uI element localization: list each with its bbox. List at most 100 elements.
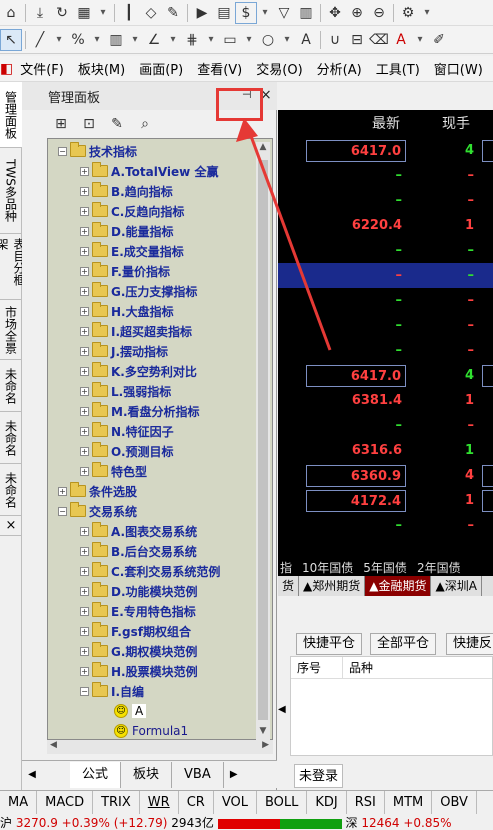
- zoom-in-icon[interactable]: ⊕: [346, 2, 368, 24]
- formula-item[interactable]: ☺ A: [114, 701, 147, 721]
- play-icon[interactable]: ▶: [191, 2, 213, 24]
- circle-icon[interactable]: ○: [257, 29, 279, 51]
- pen-icon[interactable]: ✐: [428, 29, 450, 51]
- tree-folder[interactable]: − 技术指标: [58, 141, 137, 161]
- quote-row[interactable]: 6417.0 4: [278, 138, 493, 163]
- tree-folder[interactable]: + E.成交量指标: [80, 241, 184, 261]
- chevron-left-icon[interactable]: ◀: [50, 740, 57, 750]
- tree-folder[interactable]: + K.多空势利对比: [80, 361, 197, 381]
- quote-row[interactable]: – –: [278, 188, 493, 213]
- tree-folder[interactable]: + H.股票模块范例: [80, 661, 198, 681]
- index-tab[interactable]: 5年国债: [363, 559, 407, 576]
- search-icon[interactable]: ⌕: [134, 113, 156, 135]
- magnet-icon[interactable]: ∪: [324, 29, 346, 51]
- scroll-thumb[interactable]: [258, 160, 268, 720]
- indicator-tab[interactable]: MACD: [37, 790, 94, 815]
- menu-analysis[interactable]: 分析(A): [310, 59, 369, 78]
- zoom-out-icon[interactable]: ⊖: [368, 2, 390, 24]
- index-tab[interactable]: 指: [280, 559, 292, 576]
- column-header-last[interactable]: 最新: [372, 110, 400, 138]
- candle-icon[interactable]: ┃: [118, 2, 140, 24]
- indicator-tab[interactable]: WR: [140, 790, 179, 815]
- tree-folder[interactable]: + N.特征因子: [80, 421, 174, 441]
- chevron-down-icon[interactable]: ▾: [89, 29, 105, 51]
- cursor-icon[interactable]: ↖: [0, 28, 22, 51]
- tree-folder[interactable]: − 交易系统: [58, 501, 137, 521]
- expand-icon[interactable]: +: [58, 486, 67, 496]
- tree-folder[interactable]: + 条件选股: [58, 481, 137, 501]
- dollar-icon[interactable]: $: [235, 1, 257, 24]
- quote-row[interactable]: – –: [278, 513, 493, 538]
- collapse-icon[interactable]: −: [58, 146, 67, 156]
- indicator-tab[interactable]: RSI: [347, 790, 385, 815]
- tree-folder[interactable]: + G.期权模块范例: [80, 641, 197, 661]
- quote-row[interactable]: – –: [278, 413, 493, 438]
- expand-icon[interactable]: +: [80, 206, 89, 216]
- menu-trade[interactable]: 交易(O): [249, 59, 309, 78]
- grid2-icon[interactable]: ⋕: [181, 29, 203, 51]
- tree-folder[interactable]: + 特色型: [80, 461, 147, 481]
- chevron-down-icon[interactable]: ▾: [241, 29, 257, 51]
- column-header-lot[interactable]: 现手: [442, 110, 470, 138]
- quote-row[interactable]: – –: [278, 163, 493, 188]
- expand-icon[interactable]: +: [80, 586, 89, 596]
- index-tab[interactable]: 2年国债: [417, 559, 461, 576]
- tab-formula[interactable]: 公式: [70, 761, 122, 788]
- expand-icon[interactable]: +: [80, 326, 89, 336]
- expand-icon[interactable]: +: [80, 606, 89, 616]
- quote-row[interactable]: – –: [278, 313, 493, 338]
- chevron-right-icon[interactable]: ▶: [224, 769, 244, 780]
- column-header-seq[interactable]: 序号: [291, 657, 343, 678]
- chevron-left-icon[interactable]: ◀: [22, 769, 42, 780]
- login-status[interactable]: 未登录: [294, 764, 344, 788]
- chevron-down-icon[interactable]: ▾: [203, 29, 219, 51]
- quote-row[interactable]: – –: [278, 238, 493, 263]
- tab-sector[interactable]: 板块: [121, 761, 173, 788]
- indicator-tab[interactable]: MTM: [385, 790, 433, 815]
- tab-vba[interactable]: VBA: [172, 761, 224, 788]
- chevron-down-icon[interactable]: ▼: [256, 726, 270, 740]
- expand-icon[interactable]: +: [80, 626, 89, 636]
- new-folder-icon[interactable]: ⊡: [78, 113, 100, 135]
- expand-icon[interactable]: +: [80, 646, 89, 656]
- percent-icon[interactable]: %: [67, 29, 89, 51]
- edit-icon[interactable]: ✎: [106, 113, 128, 135]
- chevron-down-icon[interactable]: ▾: [51, 29, 67, 51]
- tree-folder[interactable]: + D.功能模块范例: [80, 581, 198, 601]
- side-tab-manage-panel[interactable]: 管理面板: [0, 82, 22, 148]
- chevron-down-icon[interactable]: ▾: [95, 2, 111, 24]
- tree-folder[interactable]: + E.专用特色指标: [80, 601, 196, 621]
- chevron-up-icon[interactable]: ▲: [256, 142, 270, 156]
- menu-view[interactable]: 查看(V): [190, 59, 249, 78]
- tree-folder[interactable]: + G.压力支撑指标: [80, 281, 197, 301]
- chevron-down-icon[interactable]: ▾: [419, 2, 435, 24]
- ruler-icon[interactable]: ▥: [105, 29, 127, 51]
- menu-window[interactable]: 窗口(W): [427, 59, 490, 78]
- market-tab-zhengzhou[interactable]: ▲郑州期货: [299, 576, 366, 596]
- chevron-down-icon[interactable]: ▾: [279, 29, 295, 51]
- close-icon[interactable]: ×: [0, 516, 22, 536]
- expand-icon[interactable]: +: [80, 266, 89, 276]
- indicator-tab[interactable]: KDJ: [307, 790, 347, 815]
- chevron-down-icon[interactable]: ▾: [165, 29, 181, 51]
- expand-icon[interactable]: +: [80, 306, 89, 316]
- collapse-icon[interactable]: −: [80, 686, 89, 696]
- expand-icon[interactable]: +: [80, 246, 89, 256]
- expand-icon[interactable]: +: [80, 526, 89, 536]
- formula-item[interactable]: ☺ Formula1: [114, 721, 188, 739]
- chevron-left-icon[interactable]: ◀: [278, 704, 286, 715]
- rect-icon[interactable]: ▭: [219, 29, 241, 51]
- expand-icon[interactable]: +: [80, 226, 89, 236]
- doc-icon[interactable]: ▤: [213, 2, 235, 24]
- side-tab-tws[interactable]: TWS多品种: [0, 148, 22, 234]
- expand-icon[interactable]: +: [80, 446, 89, 456]
- tree-folder[interactable]: + M.看盘分析指标: [80, 401, 200, 421]
- filter-icon[interactable]: ▽: [273, 2, 295, 24]
- gear-icon[interactable]: ⚙: [397, 2, 419, 24]
- market-tab-financial[interactable]: ▲金融期货: [365, 576, 432, 596]
- tree-folder[interactable]: + D.能量指标: [80, 221, 174, 241]
- chevron-down-icon[interactable]: ▾: [412, 29, 428, 51]
- expand-icon[interactable]: +: [80, 386, 89, 396]
- text-icon[interactable]: A: [295, 29, 317, 51]
- refresh-icon[interactable]: ↻: [51, 2, 73, 24]
